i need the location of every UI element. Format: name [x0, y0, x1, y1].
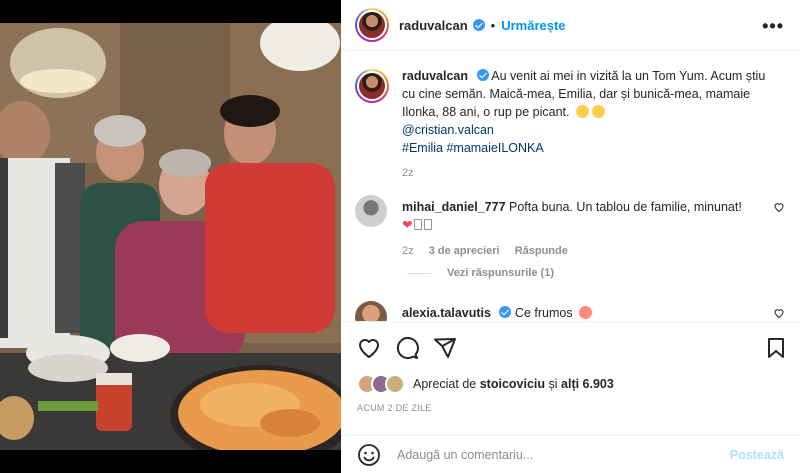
likes-others-link[interactable]: alți 6.903: [561, 377, 614, 391]
replies-divider-line: [407, 272, 431, 274]
photo-letterbox-top: [0, 0, 341, 23]
post-actions: Apreciat de stoicoviciu și alți 6.903 AC…: [341, 321, 800, 473]
laughing-emoji-icon: [575, 105, 589, 118]
emoji-picker-icon[interactable]: [357, 443, 381, 467]
family-kitchen-photo: [0, 23, 341, 450]
likes-summary: Apreciat de stoicoviciu și alți 6.903: [357, 374, 614, 394]
likes-user-link[interactable]: stoicoviciu: [480, 377, 545, 391]
heart-eyes-emoji-icon: [579, 306, 593, 319]
more-options-icon[interactable]: •••: [762, 16, 784, 37]
comment-meta: 2z 3 de aprecieri Răspunde: [402, 242, 762, 260]
liker-avatar[interactable]: [385, 374, 405, 394]
comment-username[interactable]: mihai_daniel_777: [402, 200, 506, 214]
author-username[interactable]: raduvalcan: [399, 18, 468, 33]
comment-body: alexia.talavutis Ce frumos: [402, 304, 762, 321]
caption-author-avatar[interactable]: [355, 69, 389, 103]
comment-like-heart-icon[interactable]: [773, 201, 785, 213]
comment-text: Pofta buna. Un tablou de familie, minuna…: [509, 200, 742, 214]
comment-likes-count[interactable]: 3 de aprecieri: [429, 245, 500, 257]
share-send-icon[interactable]: [433, 336, 457, 360]
comment-verified-badge-icon: [499, 306, 512, 318]
caption-hashtags-link[interactable]: #Emilia #mamaieILONKA: [402, 139, 772, 157]
comment-like-heart-icon[interactable]: [773, 307, 785, 319]
reply-button[interactable]: Răspunde: [515, 245, 568, 257]
post-timestamp[interactable]: ACUM 2 DE ZILE: [357, 403, 432, 413]
instagram-post: raduvalcan • Urmărește ••• raduvalcan Au…: [0, 0, 800, 473]
comment-age: 2z: [402, 245, 414, 257]
bookmark-icon: [768, 338, 784, 358]
comment-body: mihai_daniel_777 Pofta buna. Un tablou d…: [402, 198, 762, 260]
post-header: raduvalcan • Urmărește •••: [341, 0, 800, 51]
caption-verified-badge-icon: [476, 69, 489, 81]
post-photo[interactable]: [0, 23, 341, 450]
comment-heart-emoji: ❤: [402, 218, 413, 232]
view-replies-label: Vezi răspunsurile (1): [447, 267, 554, 279]
comment-input[interactable]: [397, 448, 730, 462]
commenter-avatar[interactable]: [355, 301, 387, 321]
separator-dot: •: [490, 17, 496, 33]
caption-body: raduvalcan Au venit ai mei in vizită la …: [402, 67, 772, 182]
likes-text: Apreciat de stoicoviciu și alți 6.903: [413, 377, 614, 391]
follow-button[interactable]: Urmărește: [501, 18, 565, 33]
caption-username[interactable]: raduvalcan: [402, 69, 468, 83]
comment-username[interactable]: alexia.talavutis: [402, 306, 491, 320]
post-caption: raduvalcan Au venit ai mei in vizită la …: [355, 67, 785, 182]
caption-mention-link[interactable]: @cristian.valcan: [402, 121, 772, 139]
view-replies-button[interactable]: Vezi răspunsurile (1): [407, 267, 554, 279]
likes-prefix: Apreciat de: [413, 377, 477, 391]
comments-scroll-area[interactable]: raduvalcan Au venit ai mei in vizită la …: [341, 51, 800, 321]
save-button[interactable]: [764, 336, 788, 365]
photo-letterbox-bottom: [0, 450, 341, 473]
caption-age: 2z: [402, 167, 414, 179]
commenter-avatar[interactable]: [355, 195, 387, 227]
comment-bubble-icon[interactable]: [395, 336, 419, 360]
grin-emoji-icon: [591, 105, 605, 118]
verified-badge-icon: [472, 19, 485, 31]
add-comment-bar: Postează: [341, 435, 800, 473]
post-comment-button[interactable]: Postează: [730, 448, 784, 462]
like-heart-icon[interactable]: [357, 336, 381, 360]
comment-text: Ce frumos: [514, 306, 573, 320]
post-side-panel: raduvalcan • Urmărește ••• raduvalcan Au…: [341, 0, 800, 473]
likes-connector: și: [548, 377, 558, 391]
action-buttons: [357, 336, 457, 360]
author-avatar[interactable]: [355, 8, 389, 42]
